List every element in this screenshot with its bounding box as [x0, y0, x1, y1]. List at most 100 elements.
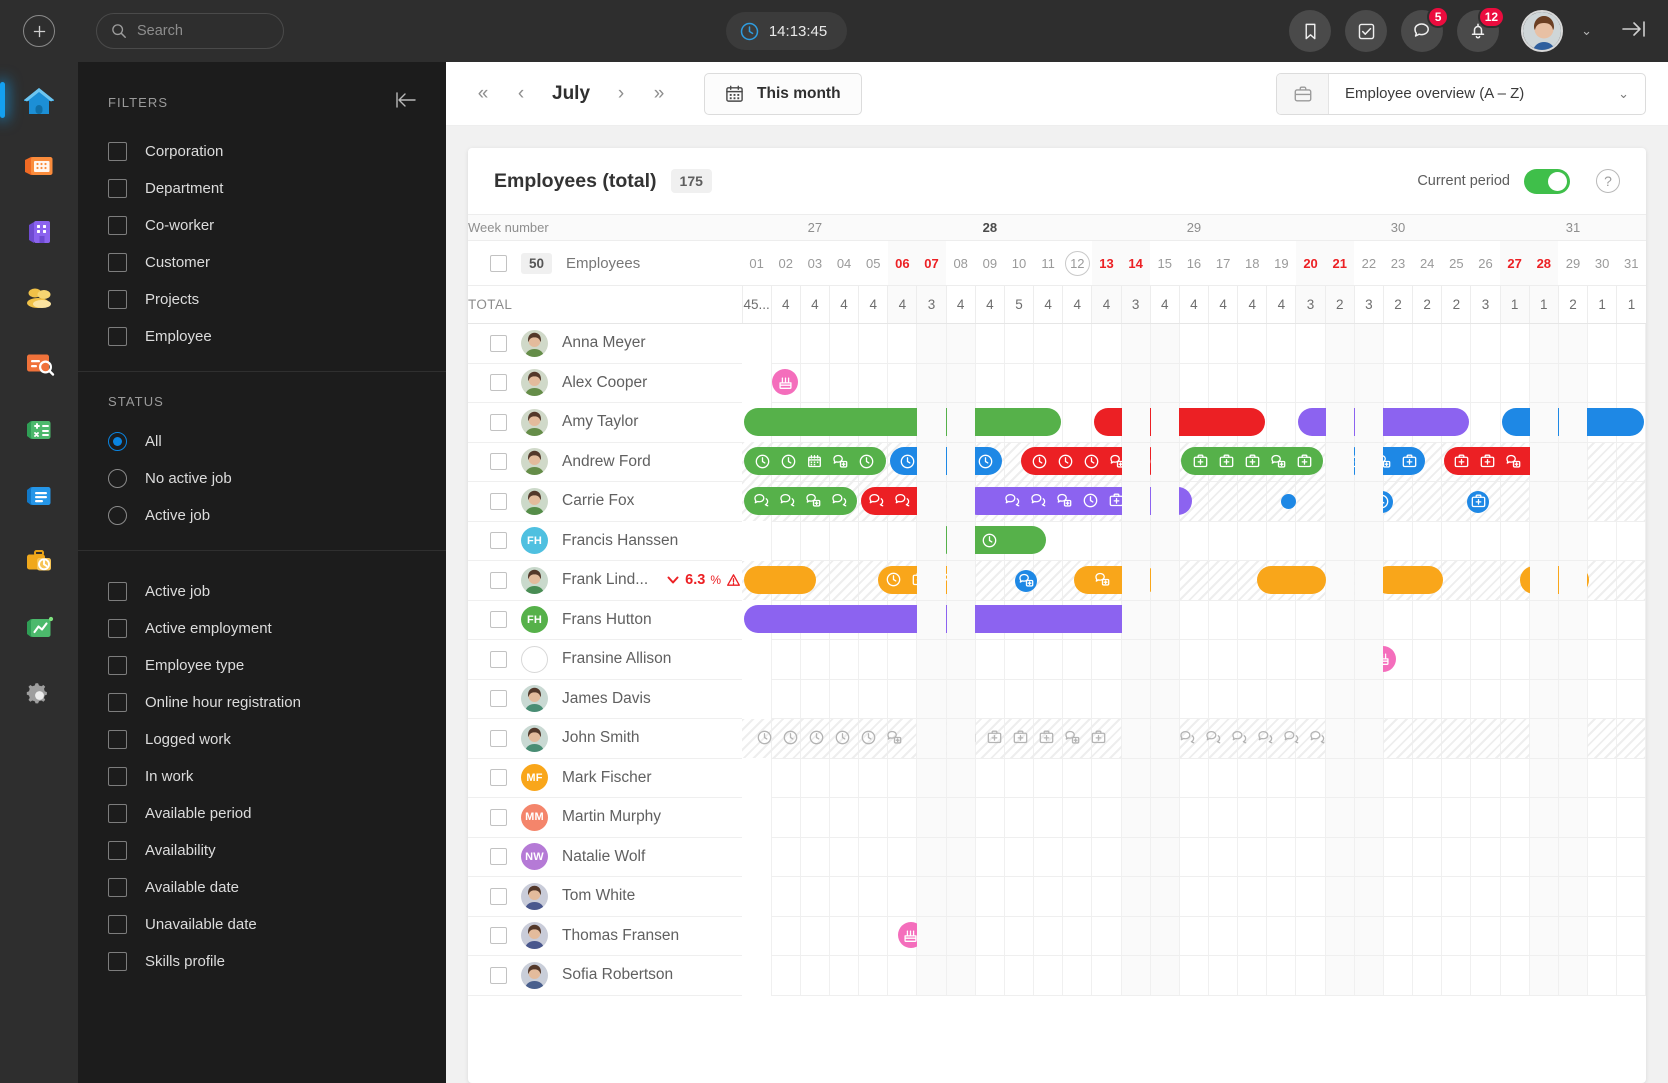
schedule-cell[interactable]: [770, 323, 801, 364]
schedule-cell[interactable]: [1207, 560, 1238, 601]
schedule-cell[interactable]: [1382, 402, 1413, 443]
schedule-cell[interactable]: [974, 797, 1005, 838]
schedule-cell[interactable]: [1528, 560, 1559, 601]
row-checkbox[interactable]: [490, 808, 507, 826]
schedule-cell[interactable]: [1091, 323, 1122, 364]
schedule-cell[interactable]: [828, 323, 859, 364]
schedule-cell[interactable]: [1557, 639, 1588, 680]
day-header[interactable]: 07: [916, 240, 947, 286]
schedule-cell[interactable]: [1149, 797, 1180, 838]
row-checkbox[interactable]: [490, 453, 507, 471]
schedule-cell[interactable]: [1528, 679, 1559, 719]
schedule-cell[interactable]: [1091, 876, 1122, 917]
schedule-cell[interactable]: [1178, 639, 1209, 680]
user-menu-chevron[interactable]: ⌄: [1581, 23, 1592, 39]
schedule-cell[interactable]: [945, 323, 976, 364]
schedule-cell[interactable]: [1353, 521, 1384, 561]
collapse-filters-button[interactable]: [396, 92, 416, 113]
schedule-cell[interactable]: [1120, 600, 1151, 640]
checkbox[interactable]: [108, 767, 127, 786]
schedule-cell[interactable]: [974, 402, 1005, 443]
schedule-cell[interactable]: [1266, 758, 1296, 798]
schedule-cell[interactable]: [1237, 679, 1267, 719]
schedule-cell[interactable]: [1382, 600, 1413, 640]
birthday-badge[interactable]: [772, 369, 799, 395]
schedule-cell[interactable]: [1178, 758, 1209, 798]
schedule-cell[interactable]: [799, 442, 830, 482]
schedule-cell[interactable]: [1382, 323, 1413, 364]
schedule-cell[interactable]: [945, 876, 976, 917]
schedule-cell[interactable]: [1441, 600, 1471, 640]
schedule-cell[interactable]: [1062, 639, 1092, 680]
view-select[interactable]: Employee overview (A – Z) ⌄: [1276, 72, 1646, 115]
schedule-cell[interactable]: [1353, 837, 1384, 877]
schedule-cell[interactable]: [1237, 560, 1267, 601]
schedule-cell[interactable]: [1062, 323, 1092, 364]
schedule-cell[interactable]: [1062, 442, 1092, 482]
row-checkbox[interactable]: [490, 927, 507, 945]
checkbox[interactable]: [108, 179, 127, 198]
schedule-cell[interactable]: [1033, 679, 1063, 719]
schedule-cell[interactable]: [828, 797, 859, 838]
schedule-cell[interactable]: [1178, 521, 1209, 561]
schedule-cell[interactable]: [974, 837, 1005, 877]
schedule-cell[interactable]: [799, 718, 830, 759]
schedule-cell[interactable]: [1237, 837, 1267, 877]
checkbox[interactable]: [108, 656, 127, 675]
schedule-cell[interactable]: [1324, 442, 1355, 482]
schedule-cell[interactable]: [974, 442, 1005, 482]
schedule-cell[interactable]: [799, 797, 830, 838]
schedule-cell[interactable]: [828, 600, 859, 640]
schedule-cell[interactable]: [1062, 521, 1092, 561]
schedule-cell[interactable]: [1033, 521, 1063, 561]
schedule-cell[interactable]: [1062, 758, 1092, 798]
schedule-cell[interactable]: [1616, 718, 1646, 759]
schedule-cell[interactable]: [945, 600, 976, 640]
schedule-cell[interactable]: [1120, 797, 1151, 838]
schedule-cell[interactable]: [1470, 402, 1501, 443]
schedule-cell[interactable]: [1616, 797, 1646, 838]
schedule-cell[interactable]: [828, 560, 859, 601]
schedule-cell[interactable]: [1207, 876, 1238, 917]
schedule-cell[interactable]: [1616, 560, 1646, 601]
schedule-cell[interactable]: [1324, 481, 1355, 522]
schedule-cell[interactable]: [1557, 560, 1588, 601]
schedule-cell[interactable]: [1382, 876, 1413, 917]
schedule-cell[interactable]: [799, 876, 830, 917]
schedule-cell[interactable]: [1120, 363, 1151, 403]
checkbox[interactable]: [108, 730, 127, 749]
schedule-cell[interactable]: [1557, 955, 1588, 996]
day-header[interactable]: 02: [771, 240, 801, 286]
schedule-cell[interactable]: [1062, 955, 1092, 996]
filter-department[interactable]: Department: [78, 170, 446, 207]
schedule-cell[interactable]: [1178, 323, 1209, 364]
filter-customer[interactable]: Customer: [78, 244, 446, 281]
schedule-cell[interactable]: [974, 955, 1005, 996]
schedule-cell[interactable]: [974, 363, 1005, 403]
schedule-cell[interactable]: [1528, 758, 1559, 798]
schedule-cell[interactable]: [1033, 837, 1063, 877]
schedule-cell[interactable]: [1470, 560, 1501, 601]
filter-skills-profile[interactable]: Skills profile: [78, 943, 446, 980]
schedule-cell[interactable]: [1062, 481, 1092, 522]
schedule-cell[interactable]: [1091, 600, 1122, 640]
schedule-cell[interactable]: [858, 876, 888, 917]
schedule-cell[interactable]: [945, 758, 976, 798]
schedule-cell[interactable]: [1062, 560, 1092, 601]
schedule-cell[interactable]: [1499, 837, 1530, 877]
schedule-cell[interactable]: [887, 876, 917, 917]
schedule-cell[interactable]: [1237, 916, 1267, 956]
schedule-cell[interactable]: [1120, 639, 1151, 680]
schedule-cell[interactable]: [858, 521, 888, 561]
schedule-cell[interactable]: [887, 639, 917, 680]
schedule-cell[interactable]: [858, 718, 888, 759]
schedule-cell[interactable]: [1120, 442, 1151, 482]
schedule-cell[interactable]: [799, 402, 830, 443]
filter-online-hour-registration[interactable]: Online hour registration: [78, 684, 446, 721]
schedule-cell[interactable]: [1441, 481, 1471, 522]
schedule-cell[interactable]: [1528, 600, 1559, 640]
schedule-cell[interactable]: [1149, 600, 1180, 640]
schedule-cell[interactable]: [1033, 718, 1063, 759]
schedule-cell[interactable]: [1470, 442, 1501, 482]
schedule-cell[interactable]: [1353, 323, 1384, 364]
